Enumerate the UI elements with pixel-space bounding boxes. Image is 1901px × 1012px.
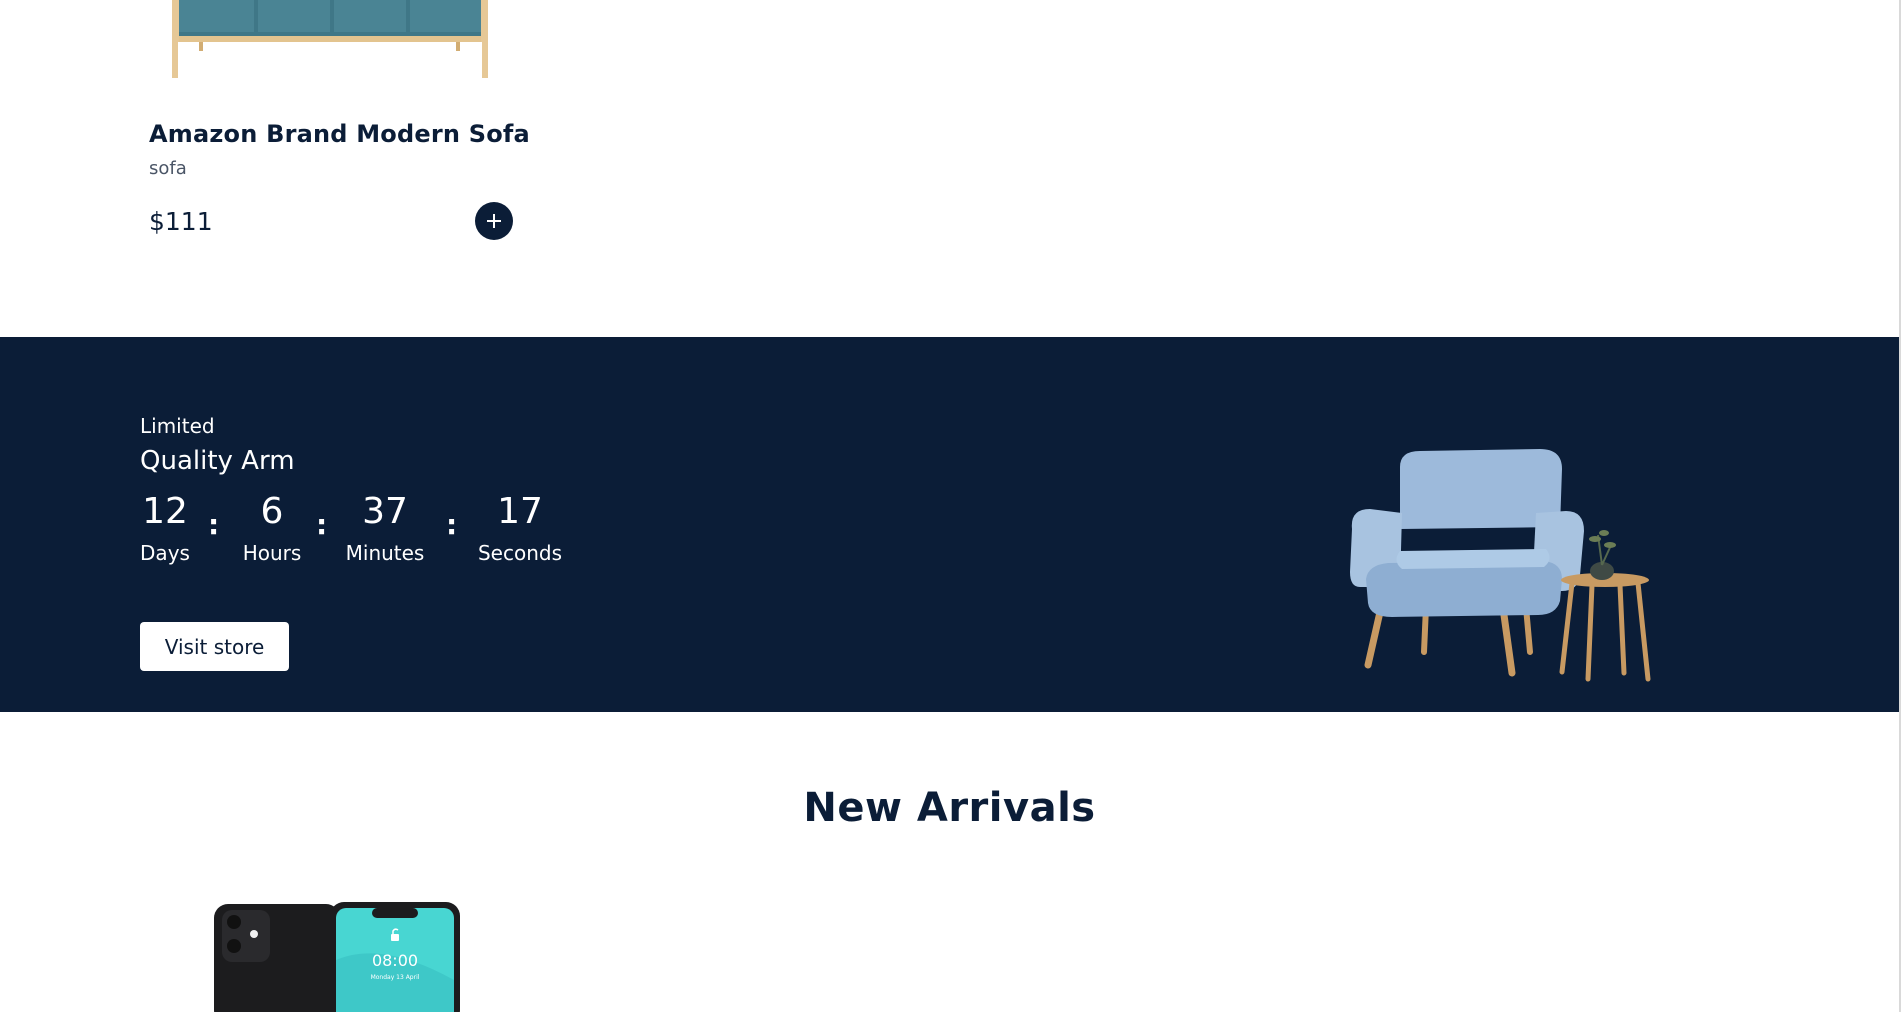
phone-image[interactable]: 08:00 Monday 13 April [212,900,462,1012]
countdown-seconds-value: 17 [497,491,543,532]
countdown-separator: : [208,508,220,541]
countdown-separator: : [446,508,458,541]
countdown-seconds: 17 Seconds [470,492,570,566]
product-name[interactable]: Amazon Brand Modern Sofa [149,120,530,148]
product-price: $111 [149,207,213,236]
page: Amazon Brand Modern Sofa sofa $111 Limit… [0,0,1901,1012]
countdown-hours: 6 Hours [232,492,312,566]
countdown-minutes: 37 Minutes [340,492,430,566]
visit-store-button[interactable]: Visit store [140,622,289,671]
promo-title: Quality Arm [140,446,295,476]
promo-label: Limited [140,414,215,438]
product-category: sofa [149,158,187,179]
countdown-minutes-label: Minutes [345,541,425,565]
phone-date: Monday 13 April [371,974,420,981]
countdown-days-value: 12 [142,491,188,532]
phone-time: 08:00 [372,951,418,970]
countdown-days-label: Days [140,541,190,565]
countdown-seconds-label: Seconds [477,541,563,565]
add-to-cart-button[interactable] [475,202,513,240]
new-arrivals-heading: New Arrivals [803,785,1096,831]
armchair-image [1350,449,1651,682]
plus-icon [487,214,501,228]
promo-banner: Limited Quality Arm 12 Days : 6 Hours : … [0,337,1899,712]
sofa-image [172,0,488,78]
countdown-hours-label: Hours [242,541,302,565]
countdown-separator: : [316,508,328,541]
countdown-timer: 12 Days : 6 Hours : 37 Minutes : 17 Seco… [140,492,600,572]
product-card[interactable]: Amazon Brand Modern Sofa sofa $111 [148,0,530,260]
countdown-hours-value: 6 [260,491,284,532]
countdown-minutes-value: 37 [362,491,408,532]
countdown-days: 12 Days [140,492,190,566]
